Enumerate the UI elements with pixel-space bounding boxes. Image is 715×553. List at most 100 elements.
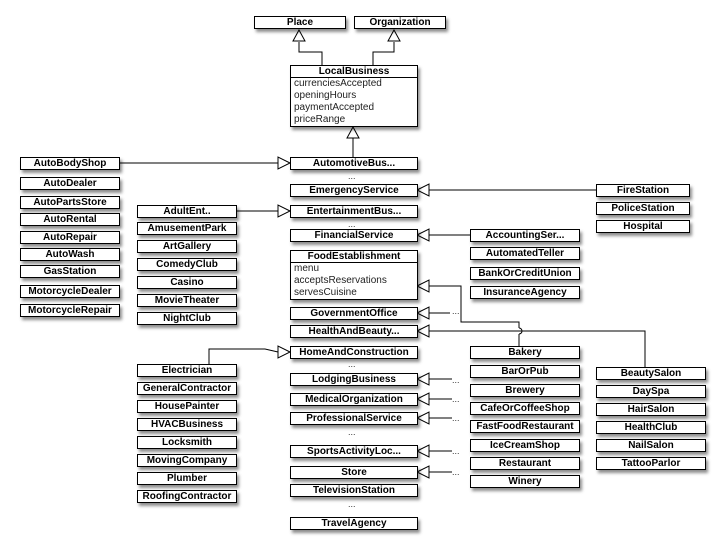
attribute: priceRange: [294, 114, 346, 125]
class-automotive[interactable]: AutoDealer: [20, 177, 120, 190]
class-main[interactable]: HealthAndBeauty...: [290, 325, 418, 338]
class-main[interactable]: EntertainmentBus...: [290, 205, 418, 218]
inheritance-arrow-icon: [415, 444, 430, 458]
class-food_types[interactable]: CafeOrCoffeeShop: [470, 402, 580, 415]
class-automotive[interactable]: MotorcycleRepair: [20, 304, 120, 317]
class-main[interactable]: LodgingBusiness: [290, 373, 418, 386]
ellipsis: ...: [452, 394, 460, 404]
class-entertainment[interactable]: ArtGallery: [137, 240, 237, 253]
class-entertainment[interactable]: Casino: [137, 276, 237, 289]
class-food_types[interactable]: IceCreamShop: [470, 439, 580, 452]
class-financial[interactable]: AccountingSer...: [470, 229, 580, 242]
attribute: servesCuisine: [294, 287, 357, 298]
attribute: currenciesAccepted: [294, 78, 382, 89]
ellipsis: ...: [348, 219, 356, 229]
class-home[interactable]: HVACBusiness: [137, 418, 237, 431]
ellipsis: ...: [452, 306, 460, 316]
class-automotive[interactable]: AutoWash: [20, 248, 120, 261]
class-emergency[interactable]: Hospital: [596, 220, 690, 233]
class-health[interactable]: HealthClub: [596, 421, 706, 434]
class-automotive[interactable]: AutoRepair: [20, 231, 120, 244]
inheritance-arrow-icon: [292, 28, 306, 42]
connector-line: [208, 348, 279, 364]
class-name: LocalBusiness: [291, 66, 417, 78]
class-main[interactable]: HomeAndConstruction: [290, 346, 418, 359]
class-entertainment[interactable]: AmusementPark: [137, 222, 237, 235]
class-local-business[interactable]: LocalBusiness currenciesAccepted opening…: [290, 65, 418, 127]
class-main[interactable]: ProfessionalService: [290, 412, 418, 425]
class-home[interactable]: MovingCompany: [137, 454, 237, 467]
class-main[interactable]: GovernmentOffice: [290, 307, 418, 320]
class-home[interactable]: GeneralContractor: [137, 382, 237, 395]
class-main[interactable]: SportsActivityLoc...: [290, 445, 418, 458]
attribute: menu: [294, 263, 320, 274]
ellipsis: ...: [452, 413, 460, 423]
class-automotive[interactable]: AutoPartsStore: [20, 196, 120, 209]
class-financial[interactable]: InsuranceAgency: [470, 286, 580, 299]
ellipsis: ...: [348, 171, 356, 181]
ellipsis: ...: [348, 359, 356, 369]
class-financial[interactable]: AutomatedTeller: [470, 247, 580, 260]
class-home[interactable]: HousePainter: [137, 400, 237, 413]
class-entertainment[interactable]: NightClub: [137, 312, 237, 325]
class-health[interactable]: BeautySalon: [596, 367, 706, 380]
class-automotive[interactable]: MotorcycleDealer: [20, 285, 120, 298]
inheritance-arrow-icon: [415, 411, 430, 425]
class-health[interactable]: TattooParlor: [596, 457, 706, 470]
class-automotive[interactable]: AutoBodyShop: [20, 157, 120, 170]
class-health[interactable]: DaySpa: [596, 385, 706, 398]
inheritance-arrow-icon: [277, 345, 292, 359]
inheritance-arrow-icon: [415, 306, 430, 320]
inheritance-arrow-icon: [415, 465, 430, 479]
class-food_types[interactable]: Restaurant: [470, 457, 580, 470]
class-name: FoodEstablishment: [291, 251, 417, 263]
ellipsis: ...: [348, 427, 356, 437]
class-emergency[interactable]: FireStation: [596, 184, 690, 197]
connector-line: [298, 42, 323, 65]
class-entertainment[interactable]: MovieTheater: [137, 294, 237, 307]
class-food_types[interactable]: Bakery: [470, 346, 580, 359]
class-organization[interactable]: Organization: [354, 16, 446, 29]
class-health[interactable]: NailSalon: [596, 439, 706, 452]
ellipsis: ...: [452, 375, 460, 385]
inheritance-arrow-icon: [277, 204, 292, 218]
class-main[interactable]: TravelAgency: [290, 517, 418, 530]
inheritance-arrow-icon: [415, 228, 430, 242]
class-emergency[interactable]: PoliceStation: [596, 202, 690, 215]
class-main[interactable]: AutomotiveBus...: [290, 157, 418, 170]
class-food_types[interactable]: Winery: [470, 475, 580, 488]
class-home[interactable]: Electrician: [137, 364, 237, 377]
class-automotive[interactable]: AutoRental: [20, 213, 120, 226]
attribute: paymentAccepted: [294, 102, 375, 113]
inheritance-arrow-icon: [387, 28, 401, 42]
inheritance-arrow-icon: [415, 183, 430, 197]
inheritance-arrow-icon: [415, 392, 430, 406]
class-main[interactable]: FinancialService: [290, 229, 418, 242]
ellipsis: ...: [452, 467, 460, 477]
class-home[interactable]: Locksmith: [137, 436, 237, 449]
class-entertainment[interactable]: ComedyClub: [137, 258, 237, 271]
class-automotive[interactable]: GasStation: [20, 265, 120, 278]
class-main[interactable]: MedicalOrganization: [290, 393, 418, 406]
ellipsis: ...: [452, 446, 460, 456]
ellipsis: ...: [348, 499, 356, 509]
class-entertainment[interactable]: AdultEnt..: [137, 205, 237, 218]
class-home[interactable]: RoofingContractor: [137, 490, 237, 503]
class-main[interactable]: Store: [290, 466, 418, 479]
attribute: acceptsReservations: [294, 275, 387, 286]
inheritance-arrow-icon: [415, 324, 430, 338]
class-food_types[interactable]: Brewery: [470, 384, 580, 397]
class-food-establishment[interactable]: FoodEstablishment menu acceptsReservatio…: [290, 250, 418, 300]
class-place[interactable]: Place: [254, 16, 346, 29]
class-financial[interactable]: BankOrCreditUnion: [470, 267, 580, 280]
inheritance-arrow-icon: [346, 125, 360, 139]
class-home[interactable]: Plumber: [137, 472, 237, 485]
class-main[interactable]: TelevisionStation: [290, 484, 418, 497]
class-health[interactable]: HairSalon: [596, 403, 706, 416]
class-food_types[interactable]: BarOrPub: [470, 365, 580, 378]
class-main[interactable]: EmergencyService: [290, 184, 418, 197]
connector-line: [372, 42, 395, 65]
inheritance-arrow-icon: [415, 279, 430, 293]
attribute: openingHours: [294, 90, 357, 101]
class-food_types[interactable]: FastFoodRestaurant: [470, 420, 580, 433]
